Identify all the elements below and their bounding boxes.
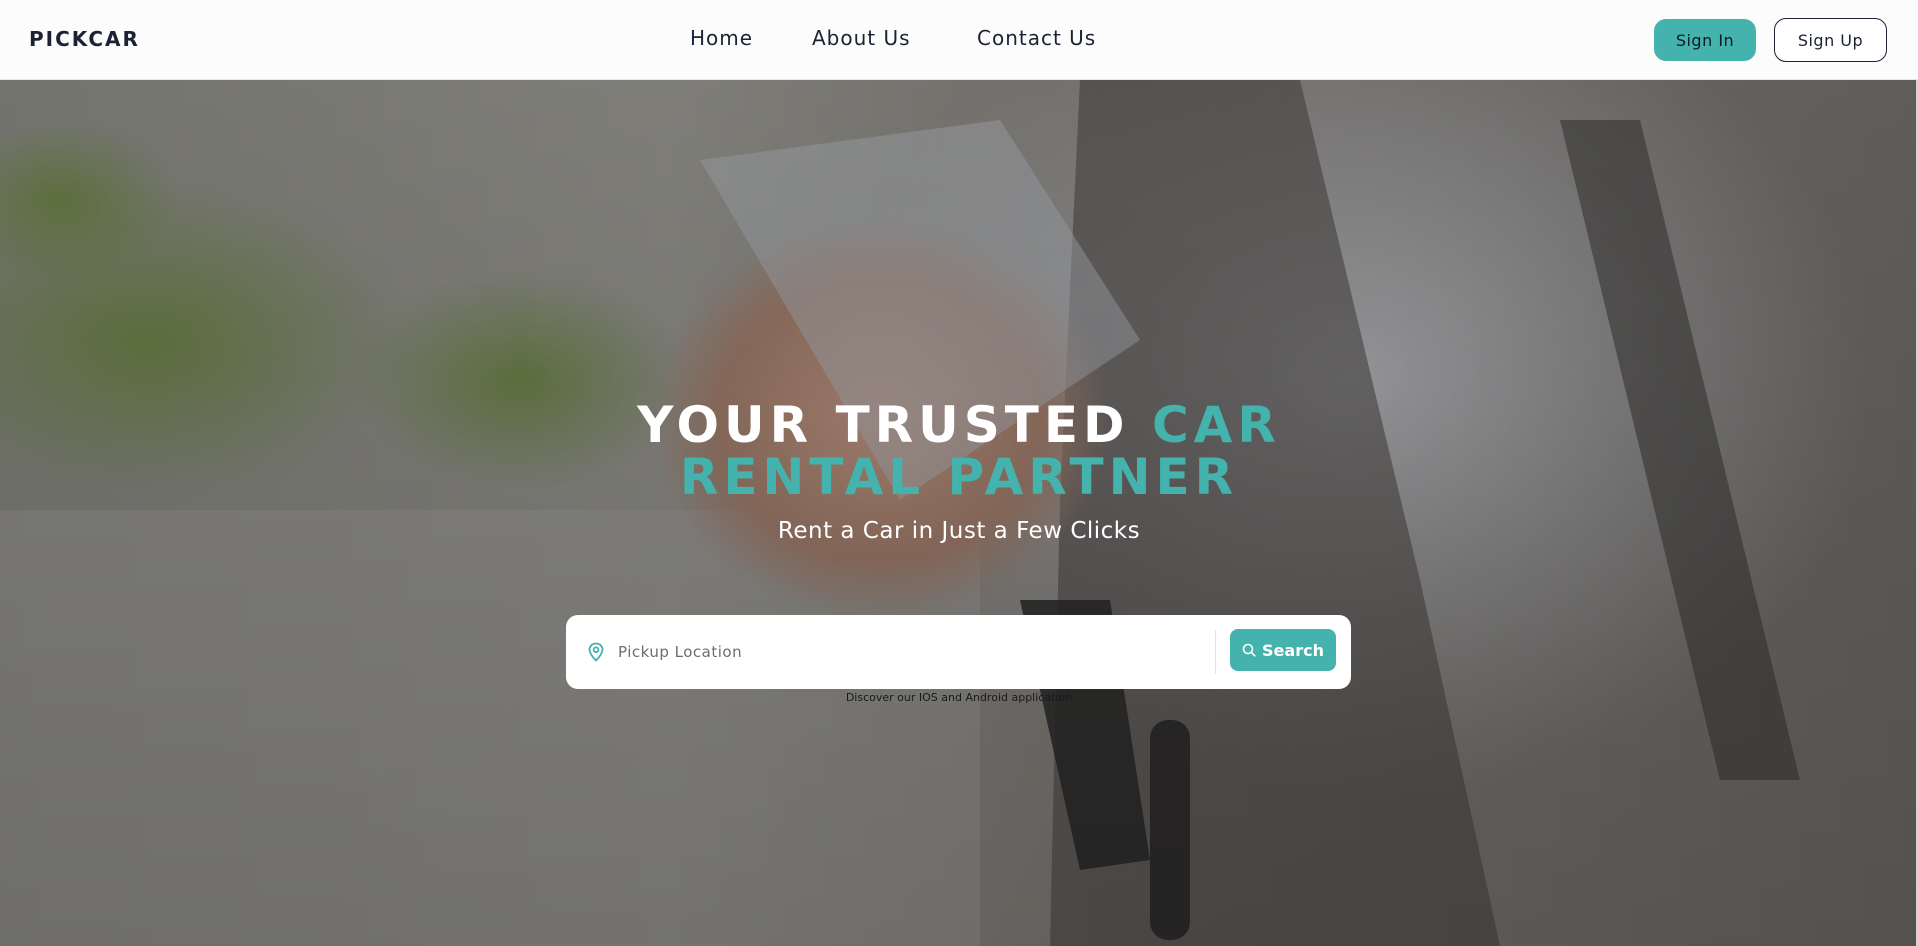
sign-in-button[interactable]: Sign In [1654,19,1756,61]
site-logo[interactable]: PICKCAR [29,27,140,51]
location-pin-icon [588,642,604,662]
navbar: PICKCAR Home About Us Contact Us Sign In… [0,0,1918,80]
hero-title-line1: YOUR TRUSTED CAR [0,398,1918,452]
nav-link-about-us[interactable]: About Us [812,26,911,50]
search-button-label: Search [1262,640,1324,660]
hero-title-part1: YOUR TRUSTED [637,396,1152,454]
hero-title-part2: CAR [1151,396,1281,454]
hero-subtitle: Rent a Car in Just a Few Clicks [777,518,1141,544]
search-bar: Search [566,615,1351,689]
hero-section: YOUR TRUSTED CAR RENTAL PARTNER Rent a C… [0,80,1918,946]
search-divider [1215,630,1216,674]
hero-title-line2: RENTAL PARTNER [679,448,1239,506]
search-icon [1242,643,1256,657]
nav-link-home[interactable]: Home [690,26,753,50]
app-download-note[interactable]: Discover our IOS and Android application [0,691,1918,704]
search-button[interactable]: Search [1230,629,1336,671]
sign-up-button[interactable]: Sign Up [1774,18,1887,62]
hero-background-image [0,80,1918,946]
pickup-location-input[interactable] [618,635,1218,669]
nav-link-contact-us[interactable]: Contact Us [977,26,1096,50]
